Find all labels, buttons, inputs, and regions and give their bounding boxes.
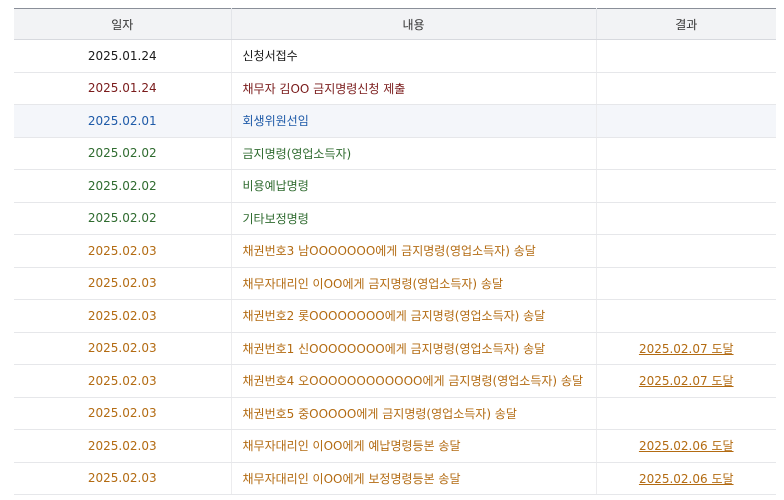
row-result — [596, 104, 776, 138]
row-content: 채권번호5 중OOOOO에게 금지명령(영업소득자) 송달 — [231, 397, 597, 430]
row-date: 2025.01.24 — [14, 39, 232, 73]
row-date: 2025.02.02 — [14, 169, 232, 203]
row-result — [596, 137, 776, 170]
row-content: 채권번호4 오OOOOOOOOOOOO에게 금지명령(영업소득자) 송달 — [231, 364, 597, 398]
row-date: 2025.02.02 — [14, 137, 232, 170]
row-content: 회생위원선임 — [231, 104, 597, 138]
table-row: 2025.01.24 채무자 김OO 금지명령신청 제출 — [14, 72, 776, 105]
table-row: 2025.02.01 회생위원선임 — [14, 104, 776, 138]
table-row: 2025.02.03 채무자대리인 이OO에게 보정명령등본 송달 2025.02.… — [14, 462, 776, 495]
table-row: 2025.02.03 채권번호2 롯OOOOOOOO에게 금지명령(영업소득자) … — [14, 299, 776, 333]
row-result — [596, 234, 776, 268]
case-history-table: 일자 내용 결과 2025.01.24 신청서접수 2025.01.24 채무자 김O… — [14, 8, 776, 495]
row-content: 기타보정명령 — [231, 202, 597, 235]
table-row: 2025.02.02 비용예납명령 — [14, 169, 776, 203]
row-result: 2025.02.06 도달 — [596, 429, 776, 463]
row-content: 채무자 김OO 금지명령신청 제출 — [231, 72, 597, 105]
table-row: 2025.02.03 채무자대리인 이OO에게 금지명령(영업소득자) 송달 — [14, 267, 776, 300]
row-date: 2025.02.03 — [14, 397, 232, 430]
row-result — [596, 267, 776, 300]
row-content: 채권번호3 남OOOOOOO에게 금지명령(영업소득자) 송달 — [231, 234, 597, 268]
row-date: 2025.02.03 — [14, 462, 232, 495]
header-content: 내용 — [231, 8, 597, 40]
row-date: 2025.02.02 — [14, 202, 232, 235]
table-row: 2025.02.02 금지명령(영업소득자) — [14, 137, 776, 170]
table-row: 2025.02.03 채권번호1 신OOOOOOOO에게 금지명령(영업소득자) … — [14, 332, 776, 365]
table-row: 2025.02.02 기타보정명령 — [14, 202, 776, 235]
row-result: 2025.02.07 도달 — [596, 364, 776, 398]
row-result — [596, 169, 776, 203]
delivery-result-link[interactable]: 2025.02.06 도달 — [639, 472, 734, 486]
row-date: 2025.02.03 — [14, 332, 232, 365]
table-header-row: 일자 내용 결과 — [14, 8, 776, 40]
row-date: 2025.02.03 — [14, 234, 232, 268]
delivery-result-link[interactable]: 2025.02.07 도달 — [639, 342, 734, 356]
case-history-panel: 일자 내용 결과 2025.01.24 신청서접수 2025.01.24 채무자 김O… — [0, 0, 784, 500]
row-content: 채무자대리인 이OO에게 예납명령등본 송달 — [231, 429, 597, 463]
row-content: 채무자대리인 이OO에게 금지명령(영업소득자) 송달 — [231, 267, 597, 300]
delivery-result-link[interactable]: 2025.02.07 도달 — [639, 374, 734, 388]
row-result — [596, 39, 776, 73]
row-content: 비용예납명령 — [231, 169, 597, 203]
row-result: 2025.02.07 도달 — [596, 332, 776, 365]
row-result — [596, 72, 776, 105]
table-row: 2025.02.03 채권번호3 남OOOOOOO에게 금지명령(영업소득자) 송… — [14, 234, 776, 268]
row-result — [596, 202, 776, 235]
table-row: 2025.01.24 신청서접수 — [14, 39, 776, 73]
row-content: 금지명령(영업소득자) — [231, 137, 597, 170]
row-result: 2025.02.06 도달 — [596, 462, 776, 495]
row-date: 2025.02.01 — [14, 104, 232, 138]
row-result — [596, 299, 776, 333]
row-content: 채권번호1 신OOOOOOOO에게 금지명령(영업소득자) 송달 — [231, 332, 597, 365]
row-content: 채권번호2 롯OOOOOOOO에게 금지명령(영업소득자) 송달 — [231, 299, 597, 333]
row-result — [596, 397, 776, 430]
table-row: 2025.02.03 채권번호5 중OOOOO에게 금지명령(영업소득자) 송달 — [14, 397, 776, 430]
row-date: 2025.01.24 — [14, 72, 232, 105]
header-result: 결과 — [596, 8, 776, 40]
delivery-result-link[interactable]: 2025.02.06 도달 — [639, 439, 734, 453]
row-date: 2025.02.03 — [14, 429, 232, 463]
table-row: 2025.02.03 채권번호4 오OOOOOOOOOOOO에게 금지명령(영업소… — [14, 364, 776, 398]
row-content: 신청서접수 — [231, 39, 597, 73]
row-date: 2025.02.03 — [14, 299, 232, 333]
header-date: 일자 — [14, 8, 232, 40]
row-date: 2025.02.03 — [14, 364, 232, 398]
row-date: 2025.02.03 — [14, 267, 232, 300]
row-content: 채무자대리인 이OO에게 보정명령등본 송달 — [231, 462, 597, 495]
table-body: 2025.01.24 신청서접수 2025.01.24 채무자 김OO 금지명령신청 … — [14, 39, 776, 495]
table-row: 2025.02.03 채무자대리인 이OO에게 예납명령등본 송달 2025.02.… — [14, 429, 776, 463]
